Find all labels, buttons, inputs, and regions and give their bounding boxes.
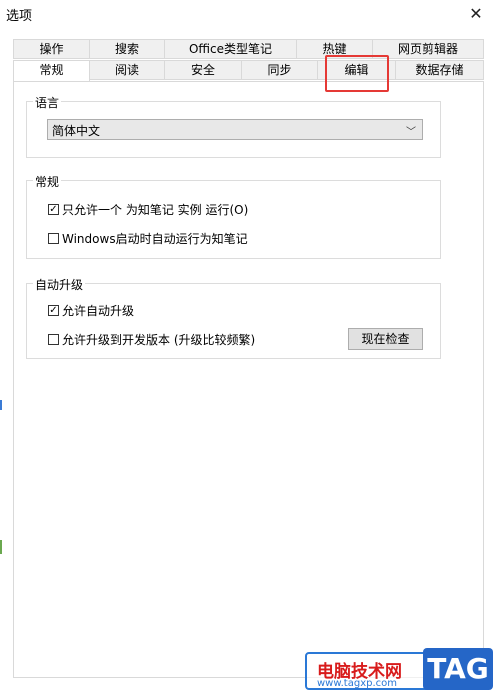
background-edge: [0, 540, 2, 554]
tab-reading[interactable]: 阅读: [89, 60, 165, 80]
single-instance-label: 只允许一个 为知笔记 实例 运行(O): [62, 203, 249, 217]
tab-data-storage[interactable]: 数据存储: [395, 60, 484, 80]
tab-operation[interactable]: 操作: [13, 39, 90, 59]
allow-auto-upgrade-label: 允许自动升级: [62, 304, 135, 318]
allow-auto-upgrade-checkbox[interactable]: ✓ 允许自动升级: [48, 302, 134, 319]
tab-row-bottom: 阅读 安全 同步 编辑 数据存储 常规: [0, 60, 495, 82]
tab-general[interactable]: 常规: [13, 60, 90, 82]
checkbox-unchecked-icon: [48, 233, 59, 244]
window-title: 选项: [6, 9, 33, 24]
auto-upgrade-group-title: 自动升级: [33, 276, 86, 293]
checkbox-unchecked-icon: [48, 334, 59, 345]
title-bar: 选项 ✕: [0, 0, 495, 26]
watermark-logo: 电脑技术网 www.tagxp.com TAG: [305, 648, 495, 691]
autostart-checkbox[interactable]: Windows启动时自动运行为知笔记: [48, 230, 248, 247]
chevron-down-icon: ﹀: [406, 127, 416, 138]
watermark-box: 电脑技术网 www.tagxp.com: [305, 652, 431, 690]
tab-row-top: 操作 搜索 Office类型笔记 热键 网页剪辑器: [0, 39, 495, 60]
general-group-title: 常规: [33, 173, 62, 190]
checkbox-checked-icon: ✓: [48, 203, 59, 215]
autostart-label: Windows启动时自动运行为知笔记: [62, 232, 248, 246]
watermark-url: www.tagxp.com: [317, 678, 397, 689]
watermark-tag: TAG: [423, 648, 493, 690]
general-group: 常规: [26, 173, 441, 259]
allow-dev-upgrade-checkbox[interactable]: 允许升级到开发版本 (升级比较频繁): [48, 331, 255, 348]
tab-security[interactable]: 安全: [164, 60, 242, 80]
tab-office-notes[interactable]: Office类型笔记: [164, 39, 297, 59]
close-icon[interactable]: ✕: [465, 3, 487, 23]
allow-dev-upgrade-label: 允许升级到开发版本 (升级比较频繁): [62, 333, 256, 347]
language-select-value: 简体中文: [52, 124, 101, 138]
tab-sync[interactable]: 同步: [241, 60, 318, 80]
tab-search[interactable]: 搜索: [89, 39, 165, 59]
tab-content-panel: [13, 81, 484, 678]
check-now-button[interactable]: 现在检查: [348, 328, 423, 350]
checkbox-checked-icon: ✓: [48, 304, 59, 316]
background-edge: [0, 400, 2, 410]
language-select[interactable]: 简体中文 ﹀: [47, 119, 423, 140]
language-group-title: 语言: [33, 94, 62, 111]
highlight-box: [325, 55, 389, 92]
options-dialog: 选项 ✕ 操作 搜索 Office类型笔记 热键 网页剪辑器 阅读 安全 同步 …: [0, 0, 495, 691]
single-instance-checkbox[interactable]: ✓ 只允许一个 为知笔记 实例 运行(O): [48, 201, 248, 218]
